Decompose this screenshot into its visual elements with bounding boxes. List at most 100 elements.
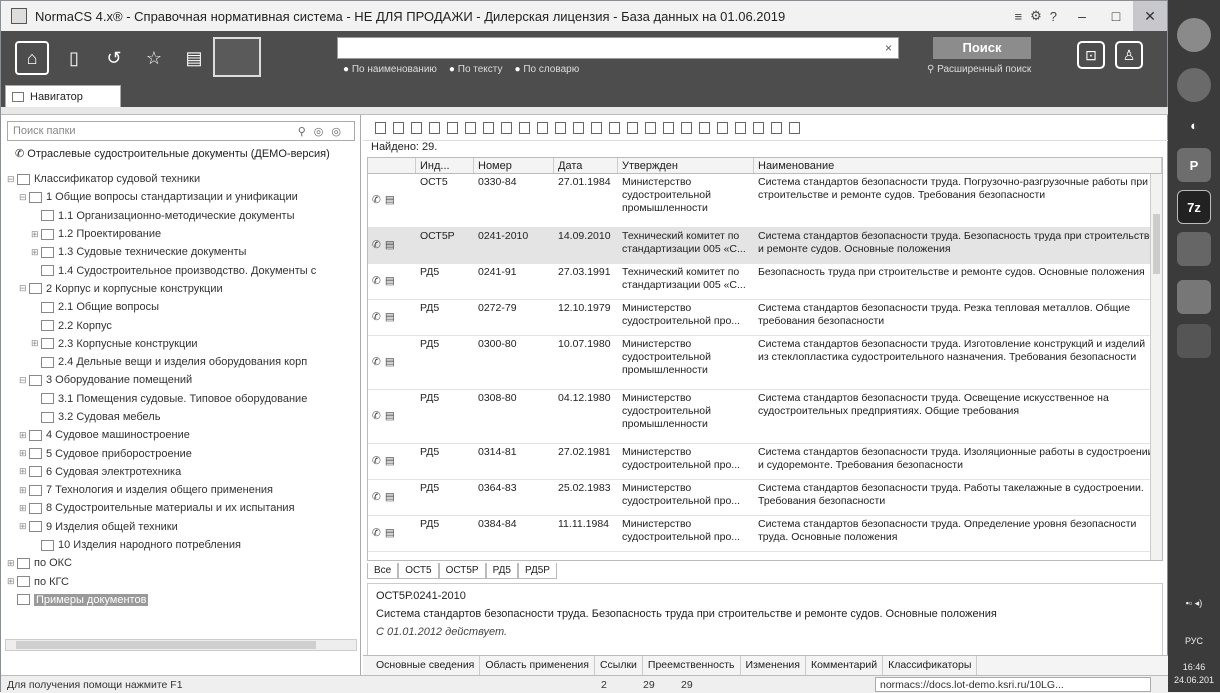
- mode-by-text-radio[interactable]: По тексту: [449, 64, 503, 75]
- detail-tab[interactable]: Преемственность: [643, 656, 741, 675]
- toolbar-tool-icon[interactable]: [645, 121, 656, 134]
- clear-icon[interactable]: ×: [885, 41, 892, 55]
- expand-toggle-icon[interactable]: ⊟: [7, 174, 17, 185]
- expand-toggle-icon[interactable]: ⊞: [19, 430, 29, 441]
- table-row[interactable]: ✆ ▤ РД5 0241-91 27.03.1991 Технический комите…: [368, 264, 1162, 300]
- toolbar-tool-icon[interactable]: [789, 121, 800, 134]
- col-number[interactable]: Номер: [474, 158, 554, 173]
- expand-toggle-icon[interactable]: ⊞: [19, 503, 29, 514]
- table-row[interactable]: ✆ ▤ РД5 0308-80 04.12.1980 Министерство судос…: [368, 390, 1162, 444]
- toolbar-tool-icon[interactable]: [591, 121, 602, 134]
- tree-node[interactable]: ⊟ Классификатор судовой техники: [1, 170, 359, 188]
- toolbar-tool-icon[interactable]: [681, 121, 692, 134]
- tree-node[interactable]: 3.1 Помещения судовые. Типовое оборудова…: [1, 390, 359, 408]
- filter-tab[interactable]: РД5Р: [517, 563, 557, 579]
- status-url[interactable]: normacs://docs.lot-demo.ksri.ru/10LG...: [875, 677, 1151, 692]
- toolbar-tool-icon[interactable]: [501, 121, 512, 134]
- toolbar-tool-icon[interactable]: [663, 121, 674, 134]
- settings-icon[interactable]: ⚙: [1030, 8, 1042, 24]
- folder-search-icons[interactable]: ⚲◎◎: [298, 125, 349, 138]
- table-row[interactable]: ✆ ▤ ОСТ5 0330-84 27.01.1984 Министерство судо…: [368, 174, 1162, 228]
- maximize-button[interactable]: □: [1099, 1, 1133, 31]
- toolbar-tool-icon[interactable]: [411, 121, 422, 134]
- expand-toggle-icon[interactable]: ⊟: [19, 283, 29, 294]
- menu-icon[interactable]: ≡: [1015, 9, 1023, 24]
- table-row[interactable]: ✆ ▤ РД5 0384-84 11.11.1984 Министерство судос…: [368, 516, 1162, 552]
- expand-toggle-icon[interactable]: ⊟: [19, 375, 29, 386]
- toolbar-tool-icon[interactable]: [555, 121, 566, 134]
- tree-node[interactable]: ⊞ по КГС: [1, 573, 359, 591]
- toolbar-tool-icon[interactable]: [771, 121, 782, 134]
- tree-horizontal-scrollbar[interactable]: [5, 639, 357, 651]
- toolbar-tool-icon[interactable]: [393, 121, 404, 134]
- expand-toggle-icon[interactable]: ⊞: [19, 466, 29, 477]
- taskbar-app-icon[interactable]: [1177, 324, 1211, 358]
- tree-node[interactable]: ⊞ 1.2 Проектирование: [1, 225, 359, 243]
- tree-node[interactable]: ⊞ по ОКС: [1, 554, 359, 572]
- filter-tab[interactable]: Все: [367, 563, 399, 579]
- tree-node[interactable]: 1.4 Судостроительное производство. Докум…: [1, 261, 359, 279]
- tab-navigator[interactable]: Навигатор: [5, 85, 121, 107]
- detail-tab[interactable]: Комментарий: [806, 656, 884, 675]
- clock-time[interactable]: 16:46: [1168, 662, 1220, 672]
- toolbar-tool-icon[interactable]: [537, 121, 548, 134]
- expand-toggle-icon[interactable]: ⊞: [19, 485, 29, 496]
- tray-icons[interactable]: ▪▫ ◂): [1168, 598, 1220, 609]
- tree-node[interactable]: ⊟ 1 Общие вопросы стандартизации и унифик…: [1, 188, 359, 206]
- filter-tab[interactable]: ОСТ5: [398, 563, 439, 579]
- root-catalog[interactable]: ✆ Отраслевые судостроительные документы …: [15, 147, 330, 160]
- expand-toggle-icon[interactable]: ⊞: [7, 576, 17, 587]
- toolbar-tool-icon[interactable]: [483, 121, 494, 134]
- tree-node[interactable]: 2.1 Общие вопросы: [1, 298, 359, 316]
- toolbar-tool-icon[interactable]: [735, 121, 746, 134]
- mode-by-name-radio[interactable]: По наименованию: [343, 64, 437, 75]
- tree-node[interactable]: ⊞ 9 Изделия общей техники: [1, 518, 359, 536]
- col-index[interactable]: Инд...: [416, 158, 474, 173]
- taskbar-app-icon[interactable]: 7z: [1177, 190, 1211, 224]
- clock-date[interactable]: 24.06.201: [1168, 675, 1220, 685]
- expand-toggle-icon[interactable]: ⊞: [31, 229, 41, 240]
- toolbar-tool-icon[interactable]: [573, 121, 584, 134]
- col-name[interactable]: Наименование: [754, 158, 1162, 173]
- expand-toggle-icon[interactable]: ⊞: [31, 247, 41, 258]
- tree-node[interactable]: ⊞ 1.3 Судовые технические документы: [1, 243, 359, 261]
- history-icon[interactable]: ↺: [97, 41, 131, 75]
- help-icon[interactable]: ?: [1050, 9, 1057, 24]
- tree-node[interactable]: ⊞ 6 Судовая электротехника: [1, 463, 359, 481]
- col-date[interactable]: Дата: [554, 158, 618, 173]
- toolbar-tool-icon[interactable]: [447, 121, 458, 134]
- home-icon[interactable]: ⌂: [15, 41, 49, 75]
- detail-tab[interactable]: Ссылки: [595, 656, 643, 675]
- toolbar-tool-icon[interactable]: [699, 121, 710, 134]
- document-icon[interactable]: ▯: [57, 41, 91, 75]
- taskbar-app-icon[interactable]: [1177, 68, 1211, 102]
- minimize-button[interactable]: –: [1065, 1, 1099, 31]
- taskbar-app-icon[interactable]: ◐: [1177, 108, 1211, 142]
- table-row[interactable]: ✆ ▤ ОСТ5Р 0241-2010 14.09.2010 Технический ко…: [368, 228, 1162, 264]
- expand-toggle-icon[interactable]: ⊟: [19, 192, 29, 203]
- notes-icon[interactable]: ▤: [177, 41, 211, 75]
- expand-toggle-icon[interactable]: ⊞: [19, 521, 29, 532]
- mode-by-dictionary-radio[interactable]: По словарю: [515, 64, 579, 75]
- toolbar-tool-icon[interactable]: [375, 121, 386, 134]
- filter-tab[interactable]: РД5: [485, 563, 518, 579]
- expand-toggle-icon[interactable]: ⊞: [7, 558, 17, 569]
- favorites-icon[interactable]: ☆: [137, 41, 171, 75]
- folder-search-input[interactable]: Поиск папки ⚲◎◎: [7, 121, 355, 141]
- tree-node[interactable]: 2.2 Корпус: [1, 316, 359, 334]
- folders-icon[interactable]: [213, 37, 261, 77]
- expand-toggle-icon[interactable]: ⊞: [19, 448, 29, 459]
- tree-node[interactable]: Примеры документов: [1, 591, 359, 609]
- table-vertical-scrollbar[interactable]: [1150, 174, 1162, 560]
- filter-tab[interactable]: ОСТ5Р: [438, 563, 486, 579]
- detail-tab[interactable]: Основные сведения: [371, 656, 481, 675]
- toolbar-tool-icon[interactable]: [429, 121, 440, 134]
- toolbar-tool-icon[interactable]: [609, 121, 620, 134]
- tree-node[interactable]: ⊟ 2 Корпус и корпусные конструкции: [1, 280, 359, 298]
- col-approved[interactable]: Утвержден: [618, 158, 754, 173]
- toolbar-tool-icon[interactable]: [717, 121, 728, 134]
- table-row[interactable]: ✆ ▤ РД5 0364-83 25.02.1983 Министерство судос…: [368, 480, 1162, 516]
- taskbar-app-icon[interactable]: [1177, 280, 1211, 314]
- tree-node[interactable]: 3.2 Судовая мебель: [1, 408, 359, 426]
- user-icon[interactable]: ♙: [1115, 41, 1143, 69]
